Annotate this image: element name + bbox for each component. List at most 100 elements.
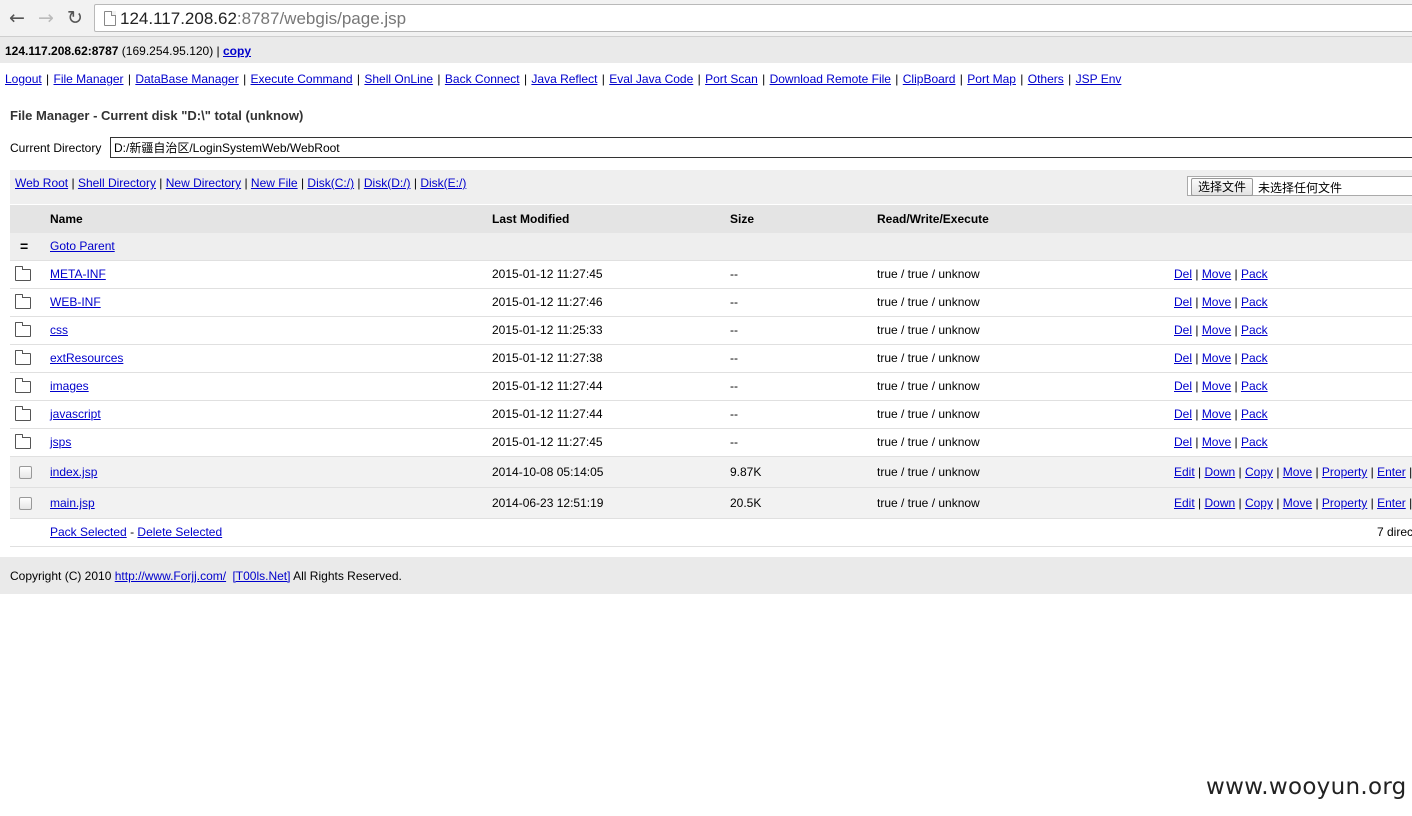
current-directory-label: Current Directory [10, 141, 102, 155]
action-move-link[interactable]: Move [1202, 351, 1231, 365]
action-move-link[interactable]: Move [1202, 295, 1231, 309]
entry-permissions: true / true / unknow [877, 351, 980, 365]
directory-actions: Web Root | Shell Directory | New Directo… [15, 176, 467, 190]
action-copy-link[interactable]: Copy [1245, 465, 1273, 479]
action-move-link[interactable]: Move [1202, 379, 1231, 393]
file-table: Name Last Modified Size Read/Write/Execu… [10, 205, 1412, 547]
menu-back-connect[interactable]: Back Connect [445, 72, 520, 86]
entry-size: 20.5K [730, 496, 762, 510]
choose-file-button[interactable]: 选择文件 [1191, 178, 1254, 196]
action-new-file[interactable]: New File [251, 176, 298, 190]
menu-others[interactable]: Others [1028, 72, 1064, 86]
entry-name-link[interactable]: main.jsp [50, 488, 95, 518]
action-pack-link[interactable]: Pack [1241, 267, 1268, 281]
action-move-link[interactable]: Move [1202, 323, 1231, 337]
action-disk-c[interactable]: Disk(C:/) [307, 176, 354, 190]
entry-size: -- [730, 351, 738, 365]
action-move-link[interactable]: Move [1202, 267, 1231, 281]
action-shell-directory[interactable]: Shell Directory [78, 176, 156, 190]
action-pack-link[interactable]: Pack [1241, 323, 1268, 337]
current-directory-input[interactable] [110, 137, 1412, 158]
action-del-link[interactable]: Del [1174, 295, 1192, 309]
action-enter-link[interactable]: Enter [1377, 465, 1406, 479]
delete-selected-link[interactable]: Delete Selected [137, 525, 222, 539]
menu-port-map[interactable]: Port Map [967, 72, 1016, 86]
entry-permissions: true / true / unknow [877, 435, 980, 449]
action-del-link[interactable]: Del [1174, 407, 1192, 421]
action-pack-link[interactable]: Pack [1241, 379, 1268, 393]
action-enter-link[interactable]: Enter [1377, 496, 1406, 510]
entry-name-link[interactable]: css [50, 317, 68, 344]
entry-permissions: true / true / unknow [877, 407, 980, 421]
entry-name-link[interactable]: index.jsp [50, 457, 97, 487]
entry-size: -- [730, 407, 738, 421]
menu-download-remote-file[interactable]: Download Remote File [770, 72, 891, 86]
copy-link[interactable]: copy [223, 44, 251, 58]
entry-size: -- [730, 379, 738, 393]
action-new-directory[interactable]: New Directory [166, 176, 241, 190]
menu-jsp-env[interactable]: JSP Env [1076, 72, 1122, 86]
host-info-bar: 124.117.208.62:8787 (169.254.95.120) | c… [0, 37, 1412, 63]
entry-name-link[interactable]: jsps [50, 429, 71, 456]
action-web-root[interactable]: Web Root [15, 176, 68, 190]
reload-icon[interactable]: ↻ [65, 8, 85, 28]
back-arrow-icon[interactable]: ← [7, 8, 27, 28]
menu-shell-online[interactable]: Shell OnLine [364, 72, 433, 86]
action-del-link[interactable]: Del [1174, 267, 1192, 281]
action-pack-link[interactable]: Pack [1241, 435, 1268, 449]
action-move-link[interactable]: Move [1202, 435, 1231, 449]
action-pack-link[interactable]: Pack [1241, 351, 1268, 365]
entry-modified: 2014-10-08 05:14:05 [492, 465, 604, 479]
action-edit-link[interactable]: Edit [1174, 496, 1195, 510]
action-disk-d[interactable]: Disk(D:/) [364, 176, 411, 190]
file-upload[interactable]: 选择文件 未选择任何文件 [1187, 176, 1412, 196]
menu-java-reflect[interactable]: Java Reflect [531, 72, 597, 86]
entry-permissions: true / true / unknow [877, 465, 980, 479]
action-property-link[interactable]: Property [1322, 496, 1367, 510]
folder-icon [15, 294, 31, 309]
action-move-link[interactable]: Move [1283, 496, 1312, 510]
header-name: Name [50, 212, 83, 226]
menu-file-manager[interactable]: File Manager [54, 72, 124, 86]
action-copy-link[interactable]: Copy [1245, 496, 1273, 510]
forward-arrow-icon[interactable]: → [36, 8, 56, 28]
rights-text: All Rights Reserved. [293, 569, 402, 583]
forjj-link[interactable]: http://www.Forjj.com/ [115, 569, 226, 583]
menu-logout[interactable]: Logout [5, 72, 42, 86]
menu-eval-java-code[interactable]: Eval Java Code [609, 72, 693, 86]
entry-actions: Edit | Down | Copy | Move | Property | E… [1174, 496, 1412, 510]
entry-name-link[interactable]: META-INF [50, 261, 106, 288]
menu-execute-command[interactable]: Execute Command [251, 72, 353, 86]
entry-name-link[interactable]: javascript [50, 401, 101, 428]
action-move-link[interactable]: Move [1202, 407, 1231, 421]
menu-port-scan[interactable]: Port Scan [705, 72, 758, 86]
action-del-link[interactable]: Del [1174, 323, 1192, 337]
entry-name-link[interactable]: WEB-INF [50, 289, 101, 316]
select-checkbox[interactable] [19, 497, 32, 510]
action-disk-e[interactable]: Disk(E:/) [420, 176, 466, 190]
action-property-link[interactable]: Property [1322, 465, 1367, 479]
menu-clipboard[interactable]: ClipBoard [903, 72, 956, 86]
action-move-link[interactable]: Move [1283, 465, 1312, 479]
action-edit-link[interactable]: Edit [1174, 465, 1195, 479]
entry-name-link[interactable]: extResources [50, 345, 123, 372]
entry-actions: Del | Move | Pack [1174, 407, 1268, 421]
select-checkbox[interactable] [19, 466, 32, 479]
entry-name-link[interactable]: images [50, 373, 89, 400]
menu-database-manager[interactable]: DataBase Manager [135, 72, 238, 86]
entry-actions: Del | Move | Pack [1174, 379, 1268, 393]
t00ls-link[interactable]: [T00ls.Net] [232, 569, 290, 583]
action-del-link[interactable]: Del [1174, 379, 1192, 393]
action-del-link[interactable]: Del [1174, 351, 1192, 365]
goto-parent-row: = Goto Parent [10, 233, 1412, 261]
action-pack-link[interactable]: Pack [1241, 295, 1268, 309]
action-del-link[interactable]: Del [1174, 435, 1192, 449]
pack-selected-link[interactable]: Pack Selected [50, 525, 127, 539]
action-down-link[interactable]: Down [1204, 496, 1235, 510]
table-row: index.jsp 2014-10-08 05:14:05 9.87K true / … [10, 457, 1412, 488]
action-down-link[interactable]: Down [1204, 465, 1235, 479]
address-bar[interactable]: 124.117.208.62:8787/webgis/page.jsp [94, 4, 1412, 32]
goto-parent-link[interactable]: Goto Parent [50, 233, 115, 260]
page-title: File Manager - Current disk "D:\" total … [10, 108, 304, 123]
action-pack-link[interactable]: Pack [1241, 407, 1268, 421]
